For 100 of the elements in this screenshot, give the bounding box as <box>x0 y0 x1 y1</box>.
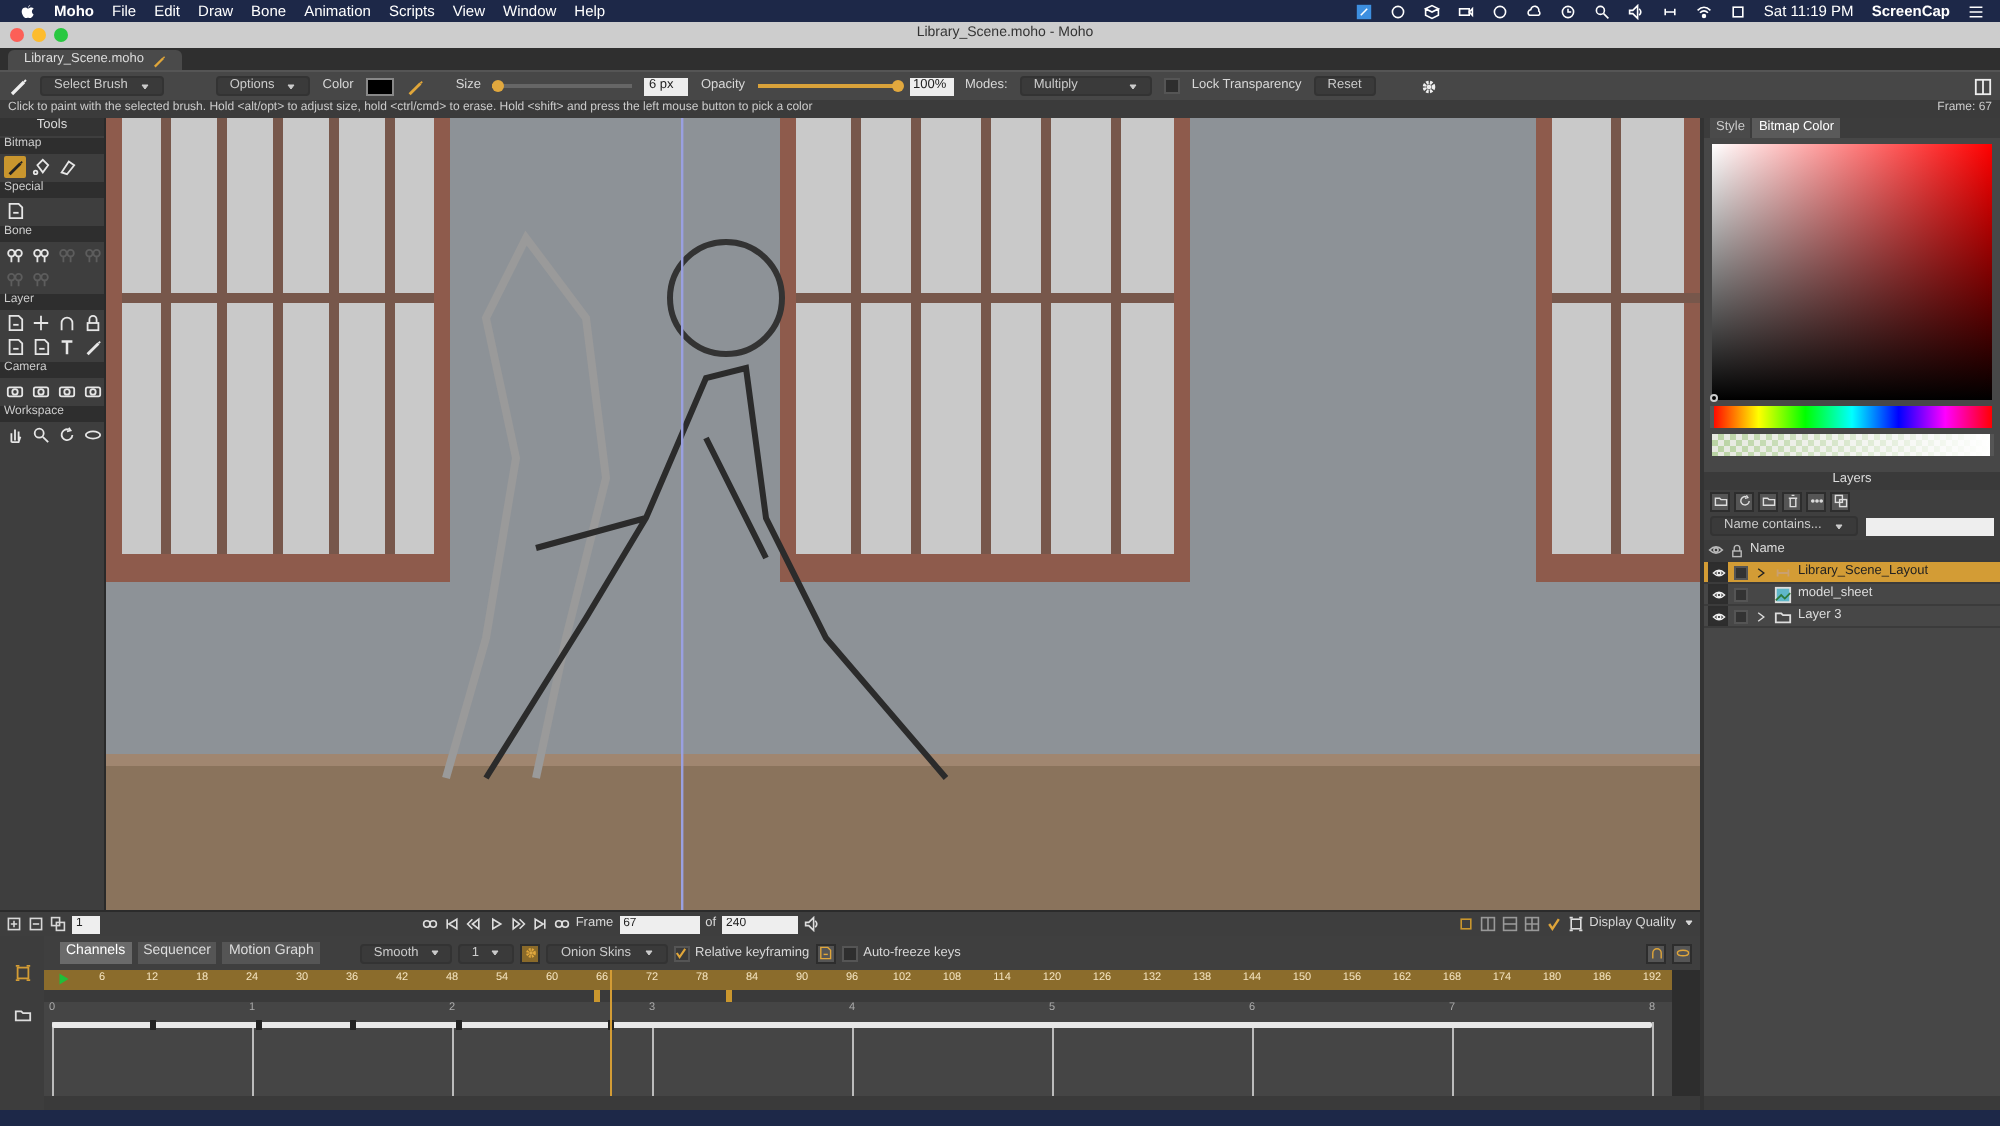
track-key[interactable] <box>256 1020 263 1030</box>
color-swatch[interactable] <box>365 77 394 95</box>
tool-button[interactable] <box>56 156 78 178</box>
expand-icon[interactable] <box>13 964 31 982</box>
tool-button[interactable] <box>82 336 104 358</box>
rows-view-icon[interactable] <box>1501 916 1518 932</box>
circle-status-icon[interactable] <box>1389 3 1406 19</box>
volume-icon[interactable] <box>804 916 821 932</box>
clock-icon[interactable] <box>1559 3 1576 19</box>
tool-button[interactable] <box>4 156 26 178</box>
tool-button[interactable] <box>4 312 26 334</box>
layer-checkbox[interactable] <box>1734 565 1748 579</box>
search-icon[interactable] <box>1593 3 1610 19</box>
volume-icon[interactable] <box>1627 3 1644 19</box>
group-layer-icon <box>1774 563 1792 581</box>
layer-tool-button[interactable] <box>1758 491 1778 511</box>
cloud-status-icon[interactable] <box>1525 3 1542 19</box>
layer-checkbox[interactable] <box>1734 609 1748 623</box>
channel-track[interactable] <box>52 1022 1652 1028</box>
tool-button[interactable] <box>56 424 78 446</box>
loop-icon[interactable] <box>421 916 438 932</box>
quad-view-icon[interactable] <box>1523 916 1540 932</box>
expand-caret-icon[interactable] <box>1754 565 1768 579</box>
tool-button[interactable] <box>4 244 26 266</box>
new-layer-icon <box>1713 494 1727 508</box>
duplicate-icon[interactable] <box>50 916 66 932</box>
wifi-icon[interactable] <box>1695 3 1712 19</box>
slider-track[interactable] <box>757 80 898 92</box>
box-status-icon[interactable] <box>1423 3 1440 19</box>
settings-icon[interactable] <box>1419 77 1438 95</box>
tool-button[interactable] <box>30 336 52 358</box>
panel-layout-icon[interactable] <box>1974 77 1992 95</box>
eyedropper-icon[interactable] <box>405 77 424 95</box>
single-view-icon[interactable] <box>1457 916 1474 932</box>
layer-checkbox[interactable] <box>1734 587 1748 601</box>
split-view-icon[interactable] <box>1479 916 1496 932</box>
tool-button[interactable] <box>1646 943 1666 963</box>
layer-tool-button[interactable] <box>1710 491 1730 511</box>
first-frame-icon[interactable] <box>443 916 460 932</box>
tool-button[interactable] <box>1672 943 1692 963</box>
tool-button[interactable] <box>30 244 52 266</box>
scrollbar[interactable] <box>1672 970 1700 1096</box>
video-status-icon[interactable] <box>1457 3 1474 19</box>
camera-icon <box>6 382 24 400</box>
hue-slider[interactable] <box>1712 406 1992 428</box>
tool-button[interactable] <box>30 156 52 178</box>
alpha-slider[interactable] <box>1712 434 1992 456</box>
add-icon[interactable] <box>6 916 22 932</box>
caret-icon <box>490 948 501 958</box>
track-key[interactable] <box>349 1020 356 1030</box>
arc-icon <box>58 314 76 332</box>
slider-track[interactable] <box>492 80 633 92</box>
brush-icon <box>6 158 24 176</box>
tool-button[interactable] <box>56 336 78 358</box>
fast-forward-icon[interactable] <box>509 916 526 932</box>
apple-menu-icon[interactable] <box>20 3 36 19</box>
tool-button[interactable] <box>56 312 78 334</box>
keyframe-marker[interactable] <box>594 990 601 1002</box>
slider-thumb[interactable] <box>891 80 904 92</box>
last-frame-icon[interactable] <box>531 916 548 932</box>
play-icon[interactable] <box>487 916 504 932</box>
pencil-icon <box>84 338 102 356</box>
horizontal-scrollbar[interactable] <box>1704 1096 2000 1110</box>
tool-button[interactable] <box>82 312 104 334</box>
visibility-toggle[interactable] <box>1708 562 1728 582</box>
keyframe-marker[interactable] <box>725 990 732 1002</box>
horizontal-scrollbar[interactable] <box>44 1096 1700 1110</box>
tool-button[interactable] <box>30 424 52 446</box>
track-key[interactable] <box>149 1020 156 1030</box>
checkbox[interactable] <box>1163 78 1180 94</box>
visibility-toggle[interactable] <box>1708 584 1728 604</box>
checkbox[interactable] <box>841 945 858 961</box>
layer-tool-button[interactable] <box>1806 491 1826 511</box>
color-picker[interactable] <box>1712 144 1992 400</box>
search-field[interactable] <box>1865 517 1994 535</box>
check-icon[interactable] <box>1545 916 1562 932</box>
visibility-toggle[interactable] <box>1708 606 1728 626</box>
circle-status-icon[interactable] <box>1491 3 1508 19</box>
slider-thumb[interactable] <box>491 80 504 92</box>
layer-tool-button[interactable] <box>1734 491 1754 511</box>
frame-icon[interactable] <box>1567 916 1584 932</box>
tool-button[interactable] <box>4 336 26 358</box>
remove-icon[interactable] <box>28 916 44 932</box>
layer-tool-button[interactable] <box>1830 491 1850 511</box>
folder-icon[interactable] <box>13 1006 31 1024</box>
pencil-app-icon[interactable] <box>1355 3 1372 19</box>
rotate-icon <box>58 426 76 444</box>
list-icon[interactable] <box>1968 3 1984 19</box>
layer-tool-button[interactable] <box>1782 491 1802 511</box>
display-icon[interactable] <box>1729 3 1746 19</box>
checkbox[interactable] <box>673 945 690 961</box>
camera-icon <box>84 382 102 400</box>
tool-button[interactable] <box>4 200 26 222</box>
shield-button[interactable] <box>815 943 836 963</box>
loop-icon[interactable] <box>553 916 570 932</box>
track-key[interactable] <box>456 1020 463 1030</box>
onion-skin-button[interactable] <box>520 943 541 963</box>
brush-icon[interactable] <box>8 76 28 96</box>
rewind-icon[interactable] <box>465 916 482 932</box>
picker-cursor[interactable] <box>1710 394 1718 402</box>
